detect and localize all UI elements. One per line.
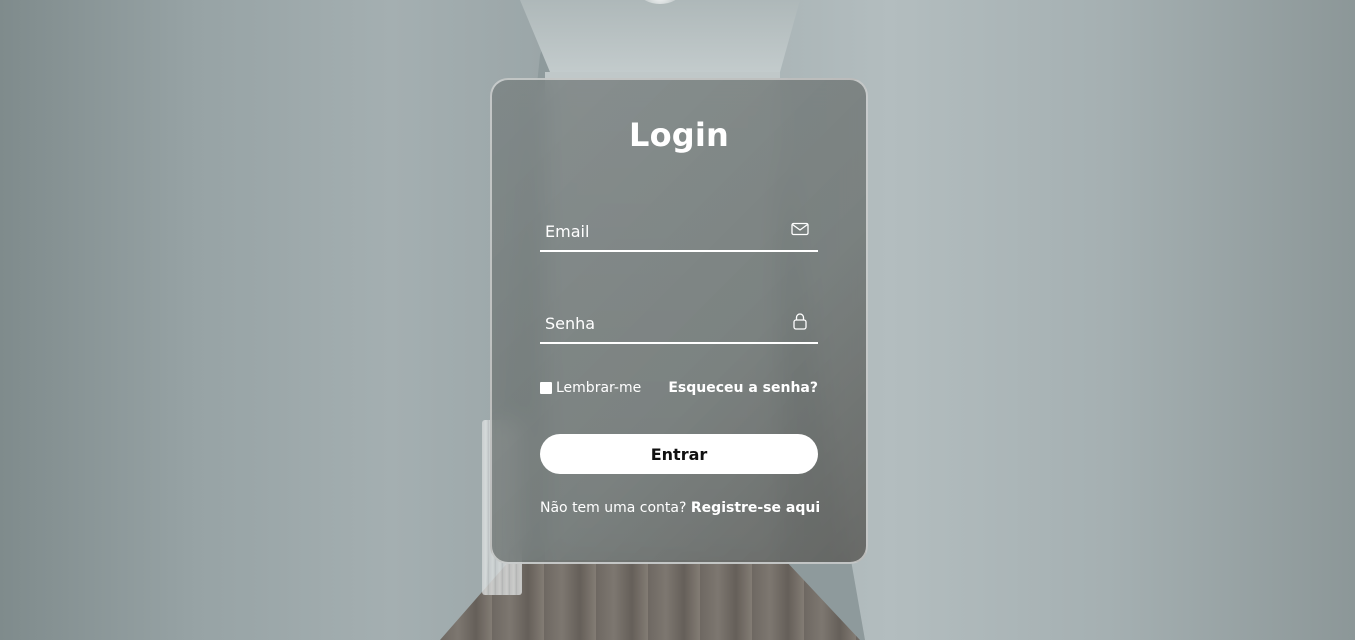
register-link[interactable]: Registre-se aqui <box>691 500 820 516</box>
remember-forgot-row: Lembrar-me Esqueceu a senha? <box>540 380 818 400</box>
remember-me-label[interactable]: Lembrar-me <box>540 380 641 396</box>
register-row: Não tem uma conta? Registre-se aqui <box>540 500 820 516</box>
mail-icon <box>790 219 810 239</box>
password-input-box <box>540 294 818 344</box>
remember-me-checkbox[interactable] <box>540 382 552 394</box>
remember-me-text: Lembrar-me <box>556 380 642 396</box>
register-prompt: Não tem uma conta? <box>540 500 691 516</box>
password-input[interactable] <box>540 294 818 342</box>
login-title: Login <box>628 116 730 154</box>
email-input-box <box>540 202 818 252</box>
lock-icon <box>790 311 810 331</box>
ceiling <box>520 0 800 72</box>
login-submit-button[interactable]: Entrar <box>540 434 818 474</box>
left-wall <box>0 0 560 640</box>
email-input[interactable] <box>540 202 818 250</box>
forgot-password-link[interactable]: Esqueceu a senha? <box>668 380 818 396</box>
login-form: Login Lembrar-me Esqueceu a senha? Entra… <box>490 78 868 564</box>
